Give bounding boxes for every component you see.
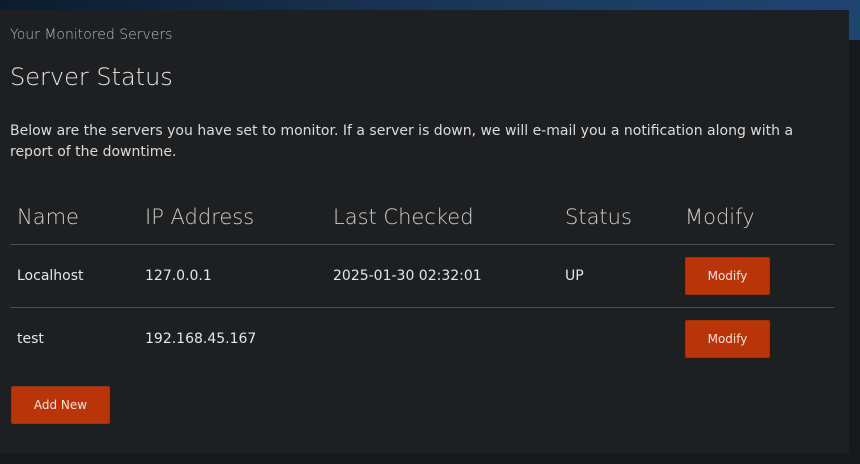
server-name-cell: test (17, 331, 44, 347)
table-header-row: Name IP Address Last Checked Status Modi… (10, 189, 834, 245)
table-row: Localhost 127.0.0.1 2025-01-30 02:32:01 … (10, 244, 834, 308)
column-header-modify: Modify (678, 189, 834, 245)
column-header-name: Name (10, 189, 138, 245)
modify-button[interactable]: Modify (685, 257, 770, 295)
last-checked-cell (326, 308, 558, 371)
column-header-status: Status (558, 189, 678, 245)
page-title: Server Status (10, 63, 173, 91)
modify-button[interactable]: Modify (685, 320, 770, 358)
server-status-panel: Your Monitored Servers Server Status Bel… (0, 10, 849, 454)
modify-cell: Modify (678, 244, 834, 308)
server-name-cell: Localhost (10, 244, 138, 308)
last-checked-cell: 2025-01-30 02:32:01 (326, 244, 558, 308)
add-new-button[interactable]: Add New (11, 386, 110, 424)
server-ip-cell: 192.168.45.167 (145, 331, 257, 347)
panel-eyebrow: Your Monitored Servers (10, 27, 173, 43)
page-description: Below are the servers you have set to mo… (10, 123, 794, 160)
column-header-ip-address: IP Address (138, 189, 326, 245)
servers-table: Name IP Address Last Checked Status Modi… (10, 189, 834, 370)
status-cell (558, 308, 678, 371)
server-ip-cell: 127.0.0.1 (138, 244, 326, 308)
status-cell: UP (558, 244, 678, 308)
column-header-last-checked: Last Checked (326, 189, 558, 245)
modify-cell: Modify (678, 308, 834, 371)
table-row: test 192.168.45.167 Modify (10, 308, 834, 371)
